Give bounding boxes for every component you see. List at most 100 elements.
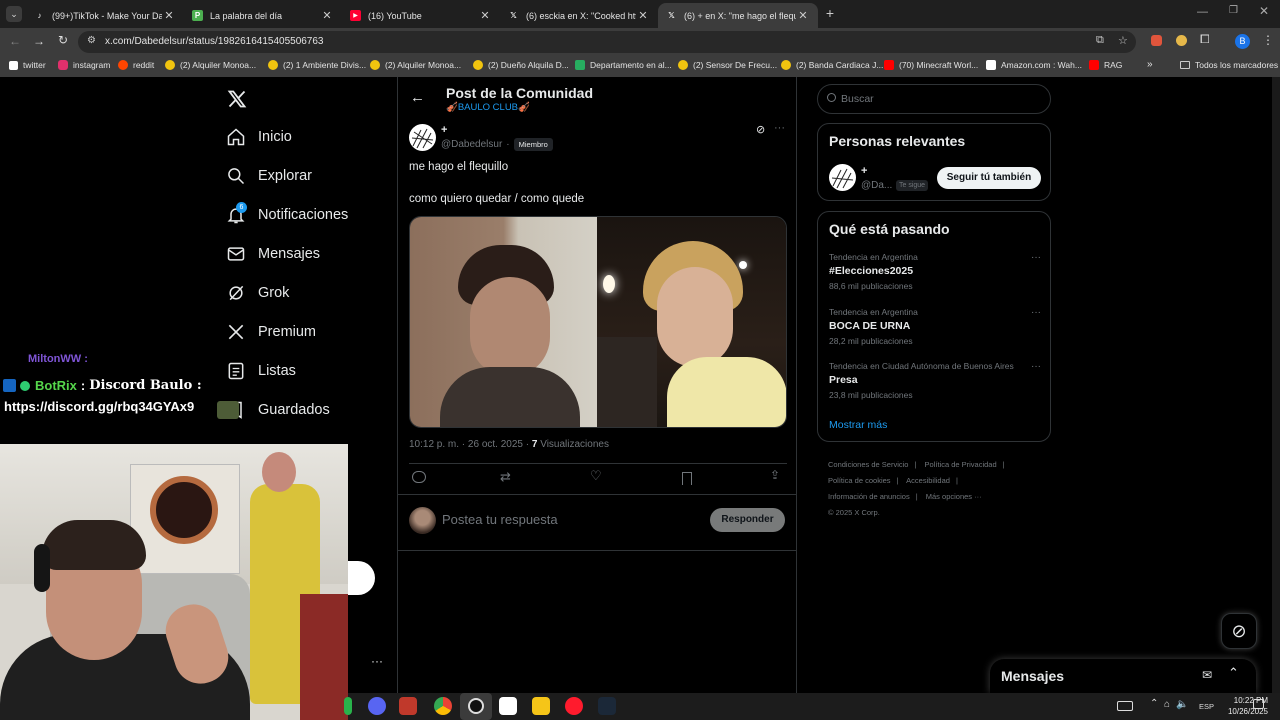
author-handle[interactable]: @Dabedelsur — [441, 139, 502, 150]
tab-youtube[interactable]: ▶ (16) YouTube ✕ — [342, 3, 500, 28]
share-icon[interactable]: ⇪ — [770, 468, 780, 482]
bookmark-instagram[interactable]: instagram — [58, 60, 110, 70]
relevant-avatar[interactable] — [829, 164, 856, 191]
nav-guardados[interactable]: Guardados — [226, 400, 330, 420]
chrome-icon[interactable] — [434, 697, 452, 715]
post-media[interactable] — [409, 216, 787, 428]
trend-more-icon[interactable]: ··· — [1031, 361, 1041, 372]
restore-button[interactable]: ❐ — [1229, 5, 1241, 16]
menu-icon[interactable]: ⋮ — [1262, 33, 1274, 47]
bookmark-amazon[interactable]: Amazon.com : Wah... — [986, 60, 1082, 70]
trend-item[interactable]: Tendencia en Argentina BOCA DE URNA 28,2… — [829, 307, 1041, 346]
post-timestamp[interactable]: 10:12 p. m. · 26 oct. 2025 · — [409, 439, 529, 450]
bookmark-departamento[interactable]: Departamento en al... — [575, 60, 672, 70]
more-icon[interactable]: ··· — [371, 654, 383, 668]
bookmark-twitter[interactable]: twitter — [9, 60, 46, 70]
keyboard-icon[interactable] — [1117, 701, 1133, 711]
bookmark-alquiler-1[interactable]: (2) Alquiler Monoa... — [165, 60, 256, 70]
notification-icon[interactable] — [1253, 699, 1264, 709]
community-name[interactable]: 🎻BAULO CLUB🎻 — [446, 102, 530, 113]
back-icon[interactable]: ← — [9, 34, 21, 48]
steam-icon[interactable] — [598, 697, 616, 715]
bookmark-rag[interactable]: RAG — [1089, 60, 1122, 70]
close-icon[interactable]: ✕ — [478, 9, 492, 22]
follow-back-button[interactable]: Seguir tú también — [937, 167, 1041, 189]
tab-palabra[interactable]: P La palabra del día ✕ — [184, 3, 342, 28]
more-bookmarks-icon[interactable]: » — [1147, 59, 1153, 70]
file-explorer-icon[interactable] — [532, 697, 550, 715]
bookmark-ambiente[interactable]: (2) 1 Ambiente Divis... — [268, 60, 366, 70]
trend-more-icon[interactable]: ··· — [1031, 252, 1041, 263]
x-logo-icon[interactable] — [227, 89, 247, 109]
footer-link[interactable]: Política de Privacidad — [925, 460, 997, 469]
puzzle-icon[interactable]: ⧠ — [1200, 32, 1210, 47]
bookmark-minecraft[interactable]: (70) Minecraft Worl... — [884, 60, 978, 70]
footer-link[interactable]: Más opciones ··· — [926, 492, 982, 501]
nav-explorar[interactable]: Explorar — [226, 166, 312, 186]
bookmark-banda[interactable]: (2) Banda Cardiaca J... — [781, 60, 883, 70]
media-image-right[interactable] — [597, 217, 786, 427]
author-avatar[interactable] — [409, 124, 436, 151]
relevant-name[interactable]: + — [861, 165, 867, 177]
like-icon[interactable]: ♡ — [590, 468, 602, 484]
bookmark-sensor[interactable]: (2) Sensor De Frecu... — [678, 60, 777, 70]
author-name[interactable]: + — [441, 124, 447, 136]
trend-more-icon[interactable]: ··· — [1031, 307, 1041, 318]
trend-item[interactable]: Tendencia en Ciudad Autónoma de Buenos A… — [829, 361, 1041, 400]
reply-icon[interactable] — [412, 471, 426, 483]
messages-dock[interactable]: Mensajes ✉ ⌃ — [990, 659, 1256, 693]
bookmark-reddit[interactable]: reddit — [118, 60, 154, 70]
site-info-icon[interactable]: ⚙ — [87, 35, 96, 46]
close-icon[interactable]: ✕ — [636, 9, 650, 22]
extension-color-icon[interactable] — [1176, 35, 1187, 46]
new-tab-button[interactable]: + — [822, 5, 838, 21]
nav-premium[interactable]: Premium — [226, 322, 316, 342]
close-icon[interactable]: ✕ — [796, 9, 810, 22]
nav-grok[interactable]: Grok — [226, 283, 289, 303]
expand-icon[interactable]: ⌃ — [1228, 665, 1239, 681]
minimize-button[interactable]: — — [1197, 6, 1211, 18]
nav-listas[interactable]: Listas — [226, 361, 296, 381]
extension-icon[interactable] — [1151, 35, 1162, 46]
nav-notificaciones[interactable]: 6 Notificaciones — [226, 202, 348, 225]
volume-icon[interactable]: 🔈 — [1176, 699, 1188, 710]
footer-link[interactable]: Política de cookies — [828, 476, 891, 485]
page-scrollbar[interactable] — [1272, 77, 1280, 693]
nav-mensajes[interactable]: Mensajes — [226, 244, 320, 264]
install-icon[interactable]: ⧉ — [1096, 34, 1104, 47]
back-arrow-icon[interactable]: ← — [410, 89, 425, 106]
network-icon[interactable]: ⌂ — [1164, 699, 1170, 710]
tab-tiktok[interactable]: ♪ (99+)TikTok - Make Your Day ✕ — [26, 3, 184, 28]
show-more-link[interactable]: Mostrar más — [829, 419, 887, 431]
nav-inicio[interactable]: Inicio — [226, 127, 292, 147]
voice-app-icon[interactable] — [399, 697, 417, 715]
discord-icon[interactable] — [368, 697, 386, 715]
bookmark-alquiler-2[interactable]: (2) Alquiler Monoa... — [370, 60, 461, 70]
address-bar[interactable]: ⚙ x.com/Dabedelsur/status/19826164154055… — [78, 31, 1136, 53]
repost-icon[interactable]: ⇄ — [500, 469, 511, 485]
grok-floating-button[interactable]: ⊘ — [1221, 613, 1257, 649]
avatar[interactable]: B — [1235, 34, 1250, 49]
close-window-button[interactable]: ✕ — [1259, 4, 1271, 18]
chevron-up-icon[interactable]: ⌃ — [1150, 698, 1158, 709]
footer-link[interactable]: Información de anuncios — [828, 492, 910, 501]
app-icon[interactable] — [344, 697, 352, 715]
bookmark-dueno[interactable]: (2) Dueño Alquila D... — [473, 60, 569, 70]
star-icon[interactable]: ☆ — [1118, 34, 1128, 47]
search-input[interactable]: Buscar — [817, 84, 1051, 114]
close-icon[interactable]: ✕ — [162, 9, 176, 22]
grok-icon[interactable]: ⊘ — [756, 123, 765, 136]
tab-search-button[interactable]: ⌄ — [6, 6, 22, 22]
bookmark-icon[interactable] — [682, 472, 692, 485]
opera-icon[interactable] — [565, 697, 583, 715]
footer-link[interactable]: Accesibilidad — [906, 476, 950, 485]
forward-icon[interactable]: → — [33, 34, 45, 48]
close-icon[interactable]: ✕ — [320, 9, 334, 22]
footer-link[interactable]: Condiciones de Servicio — [828, 460, 908, 469]
tab-x-esckia[interactable]: 𝕏 (6) esckia en X: "Cooked https:/ ✕ — [500, 3, 658, 28]
reply-input[interactable]: Postea tu respuesta — [442, 512, 558, 527]
new-message-icon[interactable]: ✉ — [1202, 668, 1212, 682]
all-bookmarks-folder[interactable]: Todos los marcadores — [1180, 60, 1278, 70]
relevant-handle[interactable]: @Da... — [861, 180, 892, 191]
more-options-icon[interactable]: ··· — [774, 122, 785, 134]
